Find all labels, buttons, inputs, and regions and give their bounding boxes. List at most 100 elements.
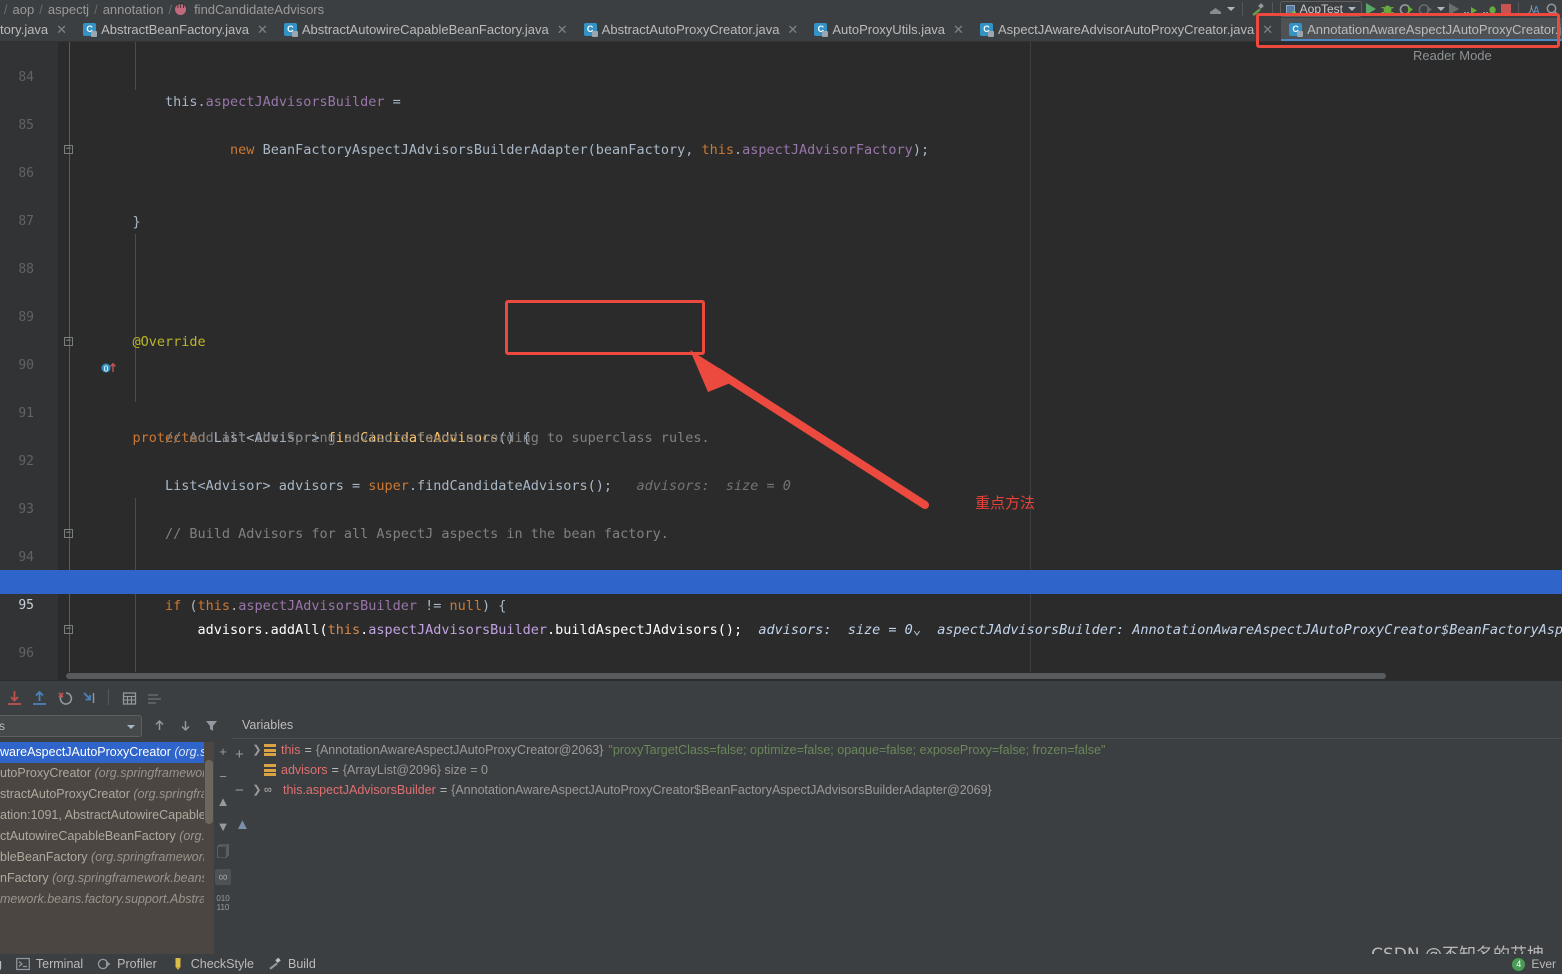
- variable-string-value: "proxyTargetClass=false; optimize=false;…: [608, 743, 1106, 757]
- fold-collapse-icon[interactable]: −: [64, 337, 75, 348]
- status-item-terminal[interactable]: Terminal: [16, 957, 83, 972]
- down-arrow-icon[interactable]: [178, 718, 193, 733]
- evaluate-expression-icon[interactable]: [121, 690, 137, 705]
- fold-collapse-icon[interactable]: −: [64, 145, 75, 156]
- code-line[interactable]: 85 new BeanFactoryAspectJAdvisorsBuilder…: [0, 90, 1562, 158]
- step-over-icon[interactable]: [6, 690, 21, 705]
- breadcrumb-segment-2[interactable]: aspectj: [43, 2, 94, 17]
- editor-tab-1[interactable]: AbstractBeanFactory.java ✕: [75, 18, 276, 41]
- frame-package: (org.springfran: [129, 787, 214, 801]
- code-line[interactable]: 94 − if (this.aspectJAdvisorsBuilder != …: [0, 522, 1562, 615]
- code-line[interactable]: 87: [0, 186, 1562, 229]
- close-icon[interactable]: ✕: [953, 22, 964, 38]
- status-clipped-label: ng: [0, 957, 2, 971]
- line-number: 91: [18, 406, 34, 421]
- frame-row[interactable]: ctAutowireCapableBeanFactory (org.sp: [0, 826, 214, 847]
- chevron-down-icon[interactable]: [127, 725, 135, 729]
- variable-row[interactable]: ❯ this = {AnnotationAwareAspectJAutoProx…: [232, 740, 1562, 760]
- frames-scrollbar[interactable]: [204, 742, 214, 954]
- equals-sign: =: [439, 783, 448, 797]
- fold-collapse-icon[interactable]: −: [64, 625, 75, 636]
- code-line[interactable]: 88: [0, 234, 1562, 277]
- scrollbar-thumb[interactable]: [205, 760, 213, 824]
- equals-sign: =: [331, 763, 339, 777]
- step-into-icon[interactable]: [31, 690, 46, 705]
- expand-chevron-icon[interactable]: ❯: [250, 740, 264, 760]
- editor-horizontal-scrollbar[interactable]: [58, 672, 1562, 680]
- watches-icon[interactable]: ∞: [215, 869, 231, 885]
- code-line[interactable]: 89 @Override: [0, 282, 1562, 350]
- variable-row[interactable]: ❯ ∞ this.aspectJAdvisorsBuilder = {Annot…: [232, 780, 1562, 800]
- editor-tab-2[interactable]: AbstractAutowireCapableBeanFactory.java …: [276, 18, 576, 41]
- variable-row[interactable]: advisors = {ArrayList@2096} size = 0: [232, 760, 1562, 780]
- copy-icon[interactable]: 🗍: [215, 844, 231, 860]
- code-editor[interactable]: 84 this.aspectJAdvisorsBuilder = 85 new …: [0, 42, 1562, 680]
- divider: [108, 689, 109, 705]
- code-line[interactable]: 93 // Build Advisors for all AspectJ asp…: [0, 474, 1562, 542]
- close-icon[interactable]: ✕: [56, 22, 67, 38]
- equals-sign: =: [304, 743, 312, 757]
- event-count-badge[interactable]: 4: [1512, 957, 1526, 971]
- thread-selector[interactable]: s: [0, 715, 142, 737]
- frame-row[interactable]: ation:1091, AbstractAutowireCapableBe: [0, 805, 214, 826]
- filter-icon[interactable]: [204, 718, 219, 733]
- divider: [1241, 2, 1243, 16]
- build-project-icon[interactable]: [1208, 2, 1223, 17]
- frame-row[interactable]: utoProxyCreator (org.springframework.: [0, 763, 214, 784]
- breadcrumb-segment-3[interactable]: annotation: [98, 2, 169, 17]
- frame-package: (org.springframework.: [91, 766, 214, 780]
- add-icon[interactable]: +: [215, 744, 231, 760]
- editor-tab-3[interactable]: AbstractAutoProxyCreator.java ✕: [576, 18, 807, 41]
- move-down-icon[interactable]: ▼: [215, 819, 231, 835]
- java-class-icon: [83, 23, 98, 37]
- up-arrow-icon[interactable]: [152, 718, 167, 733]
- variables-list[interactable]: ❯ this = {AnnotationAwareAspectJAutoProx…: [232, 740, 1562, 954]
- frame-row[interactable]: bleBeanFactory (org.springframework.b: [0, 847, 214, 868]
- code-line[interactable]: 96 − }: [0, 618, 1562, 661]
- code-line-current[interactable]: 95 advisors.addAll(this.aspectJAdvisorsB…: [0, 570, 1562, 638]
- stack-frame-icon: [264, 764, 276, 776]
- code-line[interactable]: 90 O − protected List<Advisor> findCandi…: [0, 330, 1562, 447]
- frame-row[interactable]: mework.beans.factory.support.Abstract: [0, 889, 214, 910]
- fold-collapse-icon[interactable]: −: [64, 529, 75, 540]
- scrollbar-thumb[interactable]: [66, 673, 1386, 679]
- java-class-icon: [583, 23, 598, 37]
- chevron-down-icon[interactable]: [1226, 7, 1235, 11]
- svg-text:O: O: [104, 365, 109, 374]
- frame-row[interactable]: wareAspectJAutoProxyCreator (org.spri: [0, 742, 214, 763]
- chevron-down-icon[interactable]: [1348, 7, 1356, 11]
- breadcrumb[interactable]: nework / aop / aspectj / annotation / fi…: [0, 0, 329, 18]
- terminal-icon: [16, 957, 31, 972]
- status-bar: ng Terminal Profiler CheckStyle: [0, 954, 1562, 974]
- status-item-build[interactable]: Build: [268, 957, 316, 972]
- status-item-checkstyle[interactable]: CheckStyle: [171, 957, 254, 972]
- event-log-label[interactable]: Ever: [1531, 957, 1556, 971]
- editor-tab-0[interactable]: tory.java ✕: [0, 18, 75, 41]
- close-icon[interactable]: ✕: [257, 22, 268, 38]
- chevron-down-icon[interactable]: [1437, 7, 1445, 11]
- code-line[interactable]: 91 // Add all the Spring advisors found …: [0, 378, 1562, 446]
- panel-divider[interactable]: [0, 680, 1562, 681]
- close-icon[interactable]: ✕: [787, 22, 798, 38]
- step-out-icon[interactable]: [81, 690, 96, 705]
- move-up-icon[interactable]: ▲: [215, 794, 231, 810]
- status-item-profiler[interactable]: Profiler: [97, 957, 157, 972]
- close-icon[interactable]: ✕: [557, 22, 568, 38]
- frame-label: nFactory: [0, 871, 49, 885]
- breadcrumb-method[interactable]: findCandidateAdvisors: [189, 2, 329, 17]
- force-step-into-icon[interactable]: [56, 690, 73, 705]
- code-line[interactable]: 86 − }: [0, 138, 1562, 231]
- binary-icon[interactable]: 010 110: [215, 894, 231, 912]
- frame-row[interactable]: nFactory (org.springframework.beans.: [0, 868, 214, 889]
- frames-list[interactable]: wareAspectJAutoProxyCreator (org.spri ut…: [0, 742, 214, 954]
- settings-icon[interactable]: [146, 690, 161, 705]
- debug-tool-window: s wareAspectJAutoProxyCreator (org.spri …: [0, 680, 1562, 954]
- editor-tab-4[interactable]: AutoProxyUtils.java ✕: [806, 18, 972, 41]
- frame-row[interactable]: stractAutoProxyCreator (org.springfran: [0, 784, 214, 805]
- remove-icon[interactable]: −: [215, 769, 231, 785]
- code-line[interactable]: 92 List<Advisor> advisors = super.findCa…: [0, 426, 1562, 494]
- breadcrumb-segment-1[interactable]: aop: [8, 2, 40, 17]
- frames-header: s: [0, 712, 232, 740]
- expand-chevron-icon[interactable]: ❯: [250, 780, 264, 800]
- editor-tab-5[interactable]: AspectJAwareAdvisorAutoProxyCreator.java…: [972, 18, 1281, 41]
